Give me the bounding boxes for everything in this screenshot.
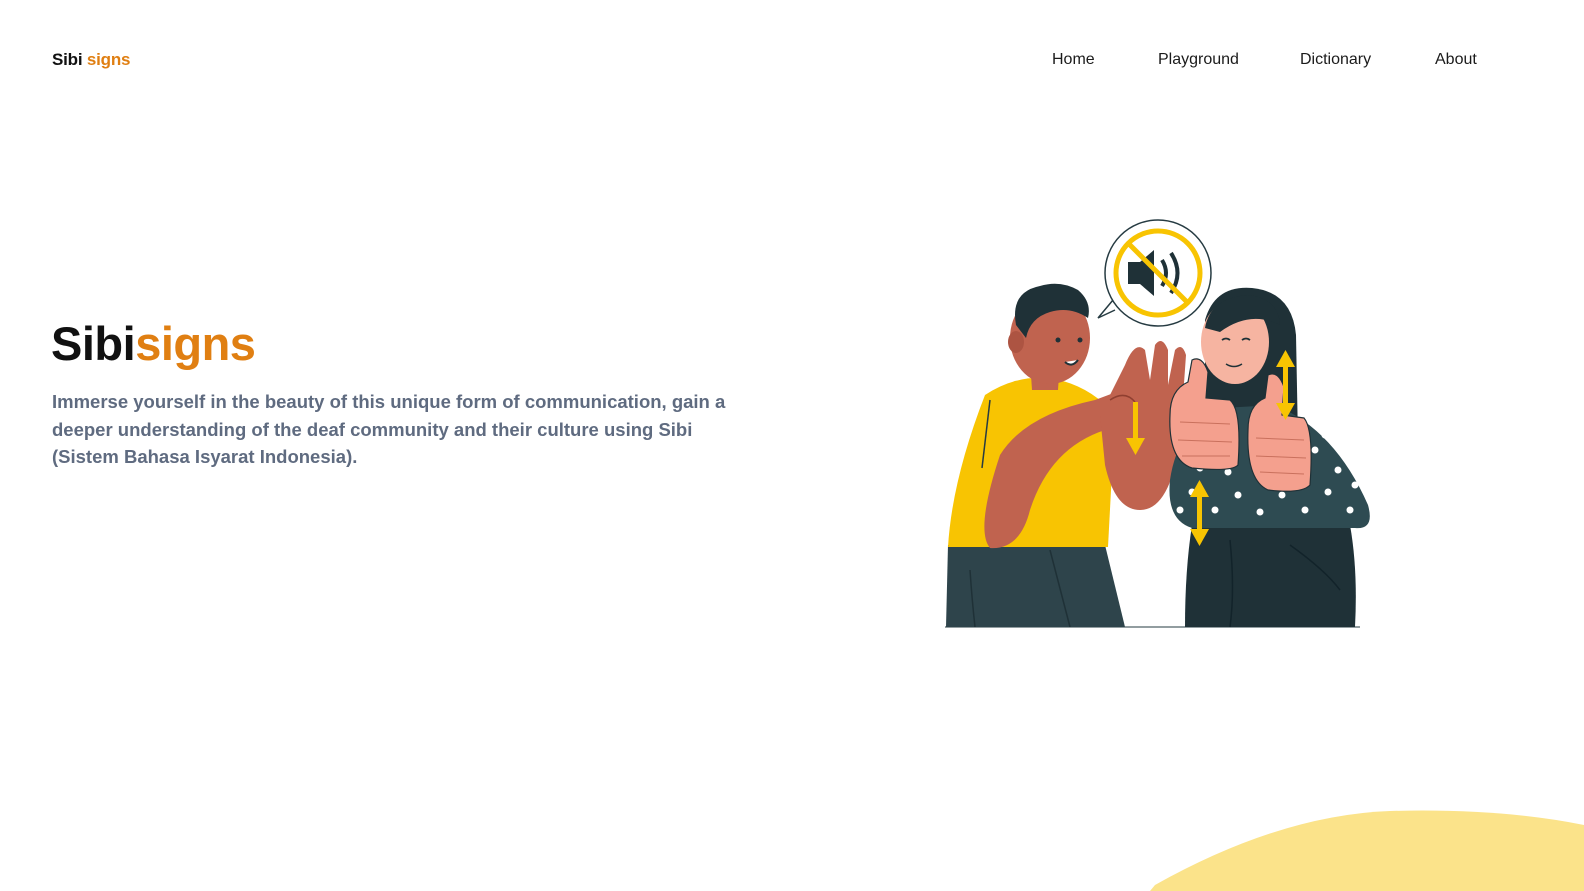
hero-description: Immerse yourself in the beauty of this u…: [52, 391, 726, 467]
logo-text-sibi: Sibi: [52, 50, 83, 69]
muted-speaker-icon: [1097, 219, 1212, 327]
decorative-wave: [1150, 810, 1584, 891]
nav-playground[interactable]: Playground: [1158, 51, 1239, 69]
hero-title-signs: signs: [135, 317, 256, 370]
nav-about[interactable]: About: [1435, 51, 1477, 69]
site-header: Sibi signs Home Playground Dictionary Ab…: [0, 0, 1584, 120]
hero-title-sibi: Sibi: [51, 317, 136, 370]
hero-title: Sibisigns: [51, 316, 256, 372]
nav-dictionary[interactable]: Dictionary: [1300, 51, 1371, 69]
two-people-signing-illustration: [930, 210, 1390, 635]
logo-text-signs: signs: [86, 50, 131, 69]
page: Sibi signs Home Playground Dictionary Ab…: [0, 0, 1584, 891]
nav-home[interactable]: Home: [1052, 51, 1095, 69]
site-logo[interactable]: Sibi signs: [52, 50, 131, 70]
